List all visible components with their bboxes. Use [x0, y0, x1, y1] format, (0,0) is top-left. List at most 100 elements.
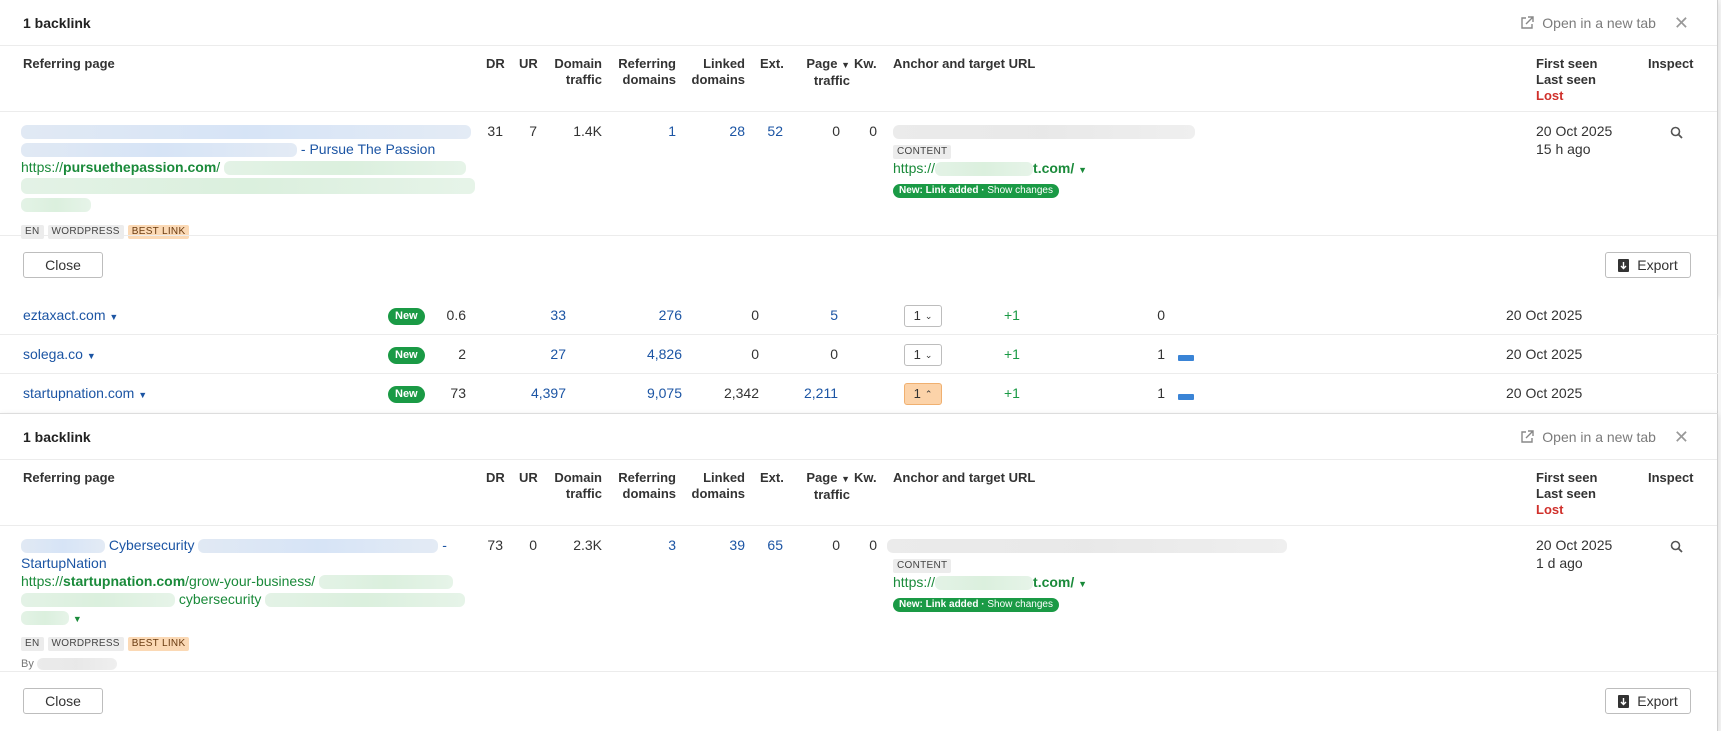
col-referring-page[interactable]: Referring page	[23, 470, 115, 486]
col-inspect: Inspect	[1648, 470, 1694, 485]
col-ur[interactable]: UR	[519, 470, 538, 486]
panel-title: 1 backlink	[23, 428, 91, 445]
referring-page-url[interactable]: https://startupnation.com/grow-your-busi…	[21, 573, 315, 589]
first-seen-date: 20 Oct 2025	[1506, 385, 1583, 401]
col-linked-domains[interactable]: Linked domains	[686, 470, 745, 502]
change-value: +1	[1004, 346, 1020, 362]
download-icon	[1618, 258, 1630, 272]
new-badge: New	[388, 305, 425, 325]
sort-down-icon: ▼	[841, 474, 850, 484]
external-link-icon	[1521, 430, 1534, 443]
target-url[interactable]: https://t.com/ ▼	[893, 574, 1087, 591]
metric-e: 0	[1157, 307, 1165, 323]
col-dr[interactable]: DR	[486, 56, 505, 72]
target-url[interactable]: https://t.com/ ▼	[893, 160, 1087, 177]
referring-page-cell: Cybersecurity - StartupNation https://st…	[21, 536, 473, 673]
linked-domains-value[interactable]: 39	[716, 536, 745, 554]
metric-a[interactable]: 27	[520, 345, 566, 363]
metric-e: 1	[1157, 385, 1165, 401]
metric-d[interactable]: 2,211	[780, 384, 838, 402]
kw-value: 0	[869, 123, 877, 139]
col-ur[interactable]: UR	[519, 56, 538, 72]
domain-link[interactable]: solega.co ▼	[23, 345, 96, 365]
backlink-row: Cybersecurity - StartupNation https://st…	[0, 526, 1717, 672]
col-ext[interactable]: Ext.	[760, 56, 784, 72]
page-traffic-value: 0	[832, 123, 840, 139]
domain-row: startupnation.com ▼ New 73 4,397 9,075 2…	[0, 374, 1718, 413]
links-select[interactable]: 1 ⌄	[904, 305, 942, 327]
col-dr[interactable]: DR	[486, 470, 505, 486]
dates-cell: 20 Oct 2025 15 h ago	[1536, 122, 1612, 158]
close-button[interactable]: Close	[23, 252, 103, 278]
metric-b[interactable]: 276	[610, 306, 682, 324]
inspect-search-icon[interactable]	[1670, 539, 1683, 557]
links-select[interactable]: 1 ⌄	[904, 344, 942, 366]
show-changes-link[interactable]: Show changes	[987, 185, 1053, 196]
col-domain-traffic[interactable]: Domain traffic	[548, 56, 602, 88]
panel-footer: Close Export	[0, 235, 1717, 292]
open-new-tab-link[interactable]: Open in a new tab	[1520, 429, 1656, 445]
links-select[interactable]: 1 ⌃	[904, 383, 942, 405]
change-value: +1	[1004, 307, 1020, 323]
metric-c: 2,342	[723, 385, 759, 401]
domain-link[interactable]: startupnation.com ▼	[23, 384, 147, 404]
dates-cell: 20 Oct 2025 1 d ago	[1536, 536, 1612, 572]
table-header: Referring page DR UR Domain traffic Refer…	[0, 460, 1717, 526]
referring-page-title-line2[interactable]: StartupNation	[21, 555, 107, 571]
col-page-traffic[interactable]: Page ▼ traffic	[800, 56, 850, 89]
new-badge: New	[388, 383, 425, 403]
metric-a[interactable]: 4,397	[520, 384, 566, 402]
kw-value: 0	[869, 537, 877, 553]
metric-b[interactable]: 4,826	[610, 345, 682, 363]
dr-value: 2	[458, 346, 466, 362]
content-tag: CONTENT	[893, 559, 952, 573]
anchor-cell: CONTENT https://t.com/ ▼ New: Link added…	[887, 536, 1307, 612]
referring-domains-value[interactable]: 1	[640, 122, 676, 140]
close-icon[interactable]: ✕	[1674, 428, 1689, 446]
referring-domains-table: eztaxact.com ▼ New 0.6 33 276 0 5 1 ⌄ +1 …	[0, 296, 1718, 413]
dr-value: 73	[450, 385, 466, 401]
panel-title: 1 backlink	[23, 14, 91, 31]
col-referring-domains[interactable]: Referring domains	[612, 470, 676, 502]
inspect-search-icon[interactable]	[1670, 125, 1683, 143]
blurred-anchor	[893, 125, 1195, 140]
content-tag: CONTENT	[893, 145, 952, 159]
col-domain-traffic[interactable]: Domain traffic	[548, 470, 602, 502]
close-icon[interactable]: ✕	[1674, 14, 1689, 32]
close-button[interactable]: Close	[23, 688, 103, 714]
metric-b[interactable]: 9,075	[610, 384, 682, 402]
export-button[interactable]: Export	[1605, 688, 1691, 714]
col-anchor[interactable]: Anchor and target URL	[893, 470, 1035, 486]
dr-value: 31	[487, 123, 503, 139]
col-kw[interactable]: Kw.	[854, 56, 877, 72]
referring-page-url[interactable]: https://pursuethepassion.com/	[21, 159, 220, 175]
first-seen-value: 20 Oct 2025	[1536, 123, 1613, 139]
ext-value[interactable]: 52	[757, 122, 783, 140]
show-changes-link[interactable]: Show changes	[987, 599, 1053, 610]
metric-a[interactable]: 33	[520, 306, 566, 324]
col-dates[interactable]: First seen Last seen Lost	[1536, 470, 1597, 518]
col-page-traffic[interactable]: Page ▼ traffic	[800, 470, 850, 503]
page-traffic-value: 0	[832, 537, 840, 553]
open-new-tab-label: Open in a new tab	[1542, 15, 1656, 31]
ext-value[interactable]: 65	[757, 536, 783, 554]
col-dates[interactable]: First seen Last seen Lost	[1536, 56, 1597, 104]
table-header: Referring page DR UR Domain traffic Refer…	[0, 46, 1717, 112]
col-anchor[interactable]: Anchor and target URL	[893, 56, 1035, 72]
col-referring-domains[interactable]: Referring domains	[612, 56, 676, 88]
open-new-tab-link[interactable]: Open in a new tab	[1520, 15, 1656, 31]
col-inspect: Inspect	[1648, 56, 1694, 71]
col-referring-page[interactable]: Referring page	[23, 56, 115, 72]
referring-page-title[interactable]: Cybersecurity	[109, 537, 195, 553]
metric-d[interactable]: 5	[780, 306, 838, 324]
col-ext[interactable]: Ext.	[760, 470, 784, 486]
export-button[interactable]: Export	[1605, 252, 1691, 278]
referring-page-title[interactable]: - Pursue The Passion	[301, 141, 435, 157]
col-kw[interactable]: Kw.	[854, 470, 877, 486]
linked-domains-value[interactable]: 28	[716, 122, 745, 140]
new-badge: New	[388, 344, 425, 364]
col-linked-domains[interactable]: Linked domains	[686, 56, 745, 88]
referring-domains-value[interactable]: 3	[640, 536, 676, 554]
chevron-down-icon: ⌄	[924, 350, 933, 360]
domain-link[interactable]: eztaxact.com ▼	[23, 306, 118, 326]
